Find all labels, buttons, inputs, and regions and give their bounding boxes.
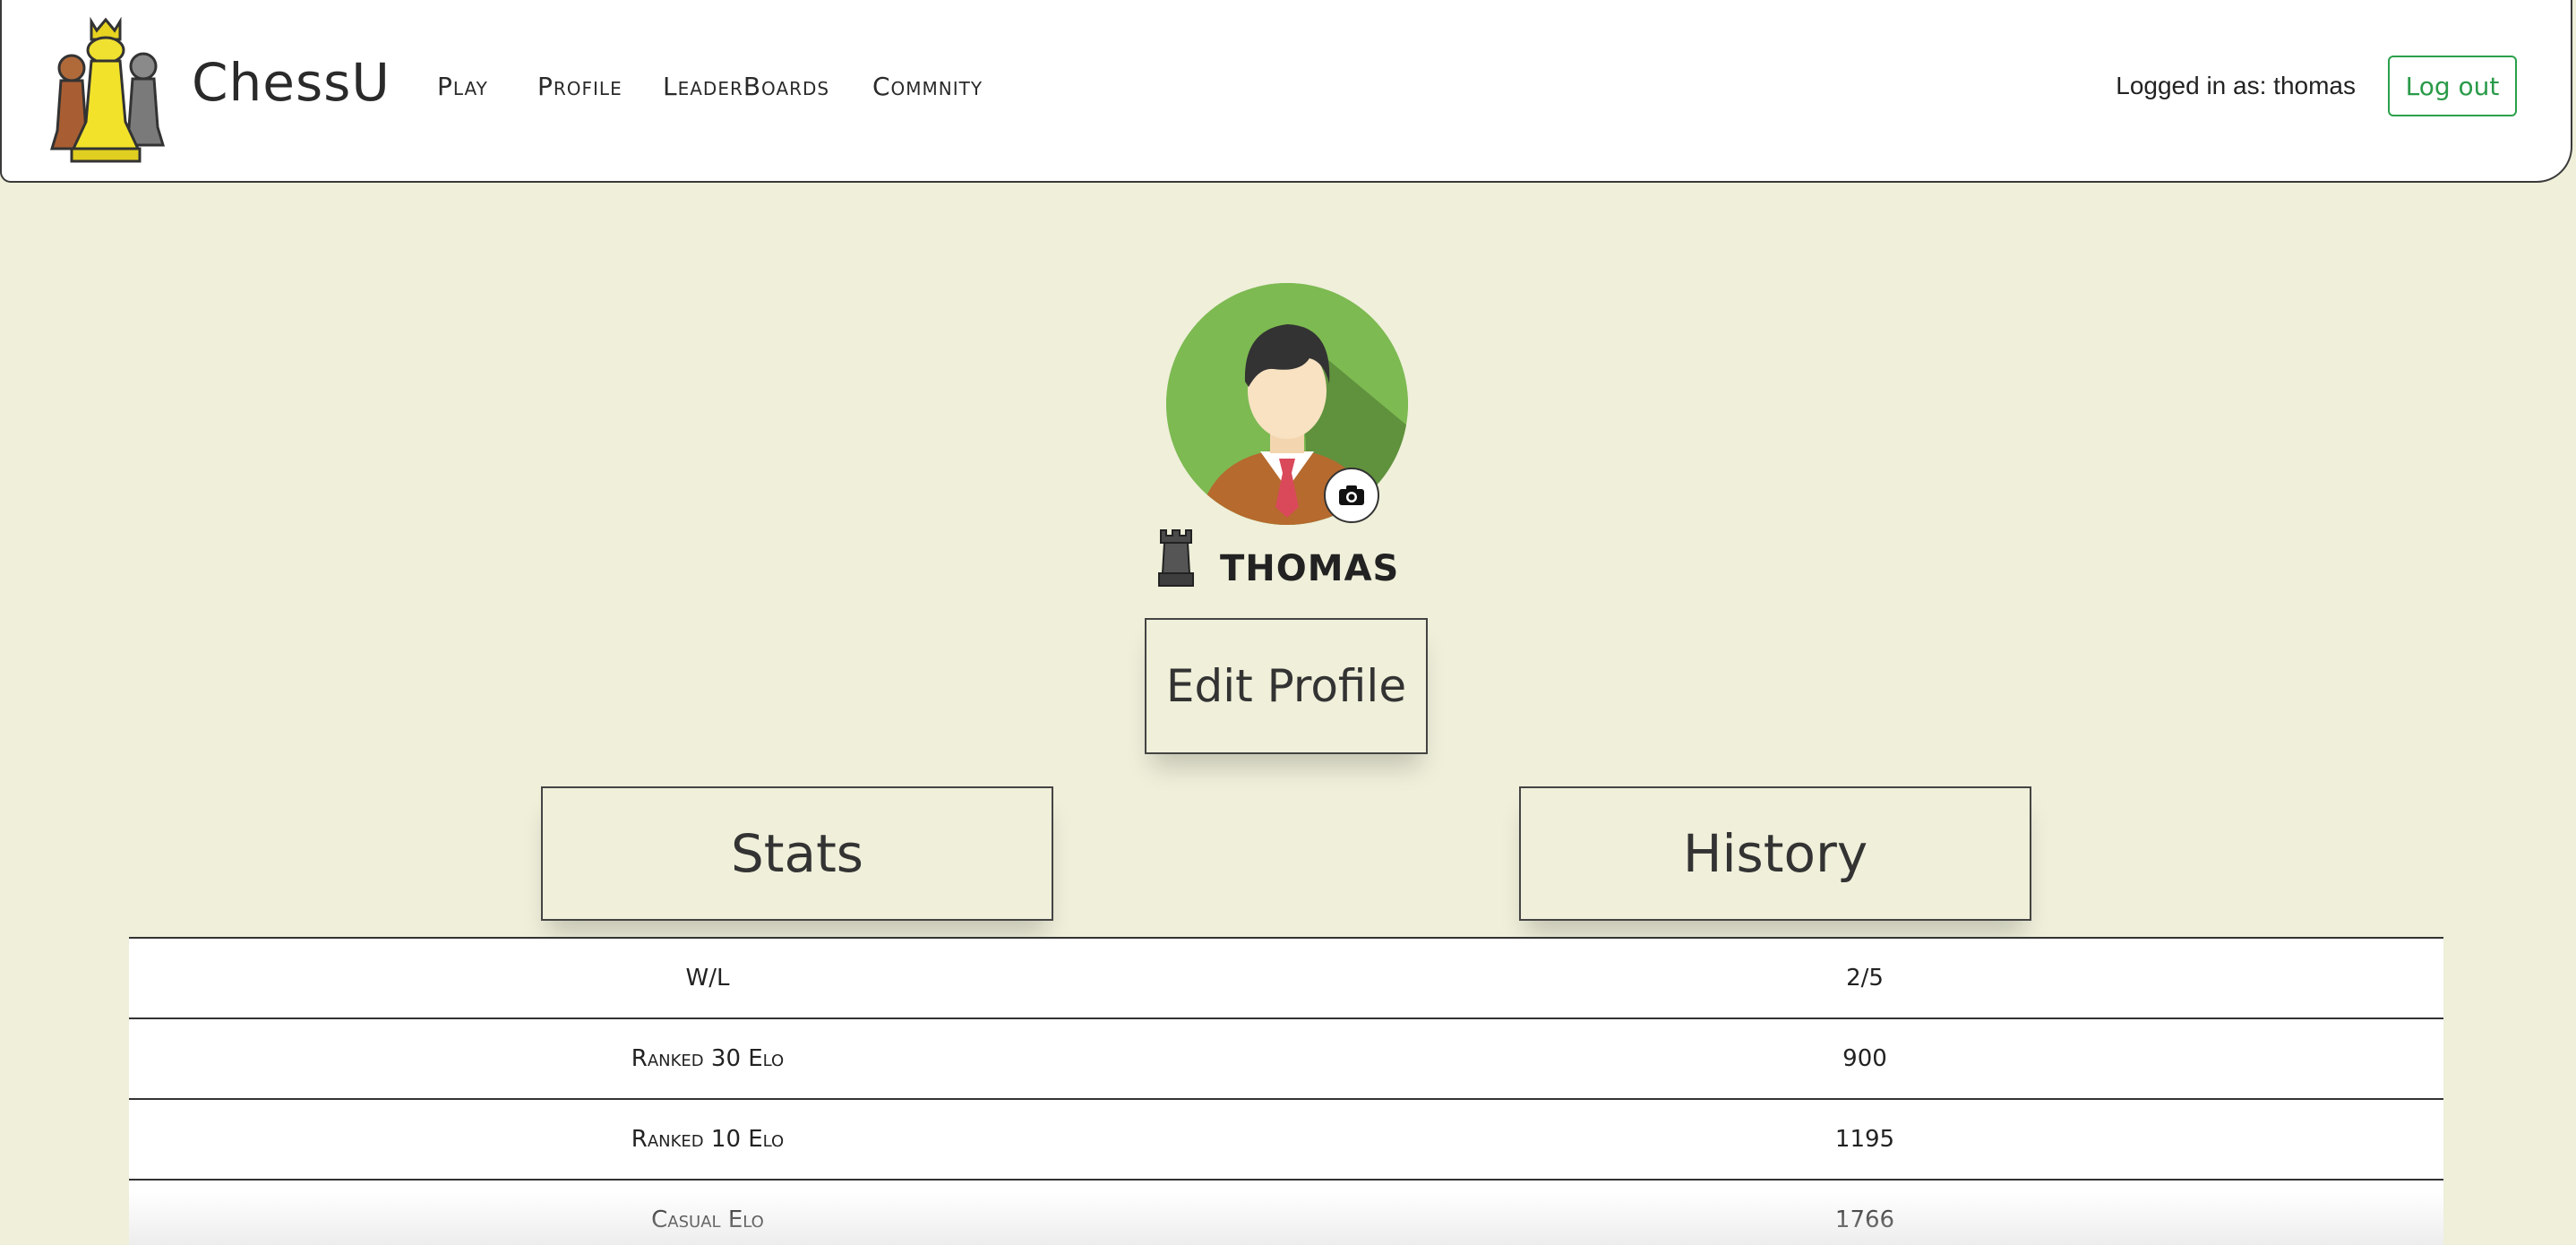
logged-in-status: Logged in as: thomas [2116, 72, 2356, 99]
rook-rank-icon [1155, 527, 1197, 589]
nav-community[interactable]: Commnity [872, 72, 983, 101]
table-row: W/L 2/5 [129, 937, 2443, 1018]
stat-label: Ranked 30 Elo [129, 1017, 1286, 1099]
chess-pieces-logo-icon[interactable] [45, 14, 167, 165]
page: ChessU Play Profile LeaderBoards Commnit… [0, 0, 2576, 1245]
stat-value: 900 [1286, 1017, 2443, 1099]
stats-table: W/L 2/5 Ranked 30 Elo 900 Ranked 10 Elo … [129, 937, 2443, 1245]
stat-label: Casual Elo [129, 1179, 1286, 1245]
table-row: Casual Elo 1766 [129, 1179, 2443, 1245]
table-row: Ranked 30 Elo 900 [129, 1017, 2443, 1099]
edit-profile-button[interactable]: Edit Profile [1145, 618, 1428, 754]
logout-button[interactable]: Log out [2388, 56, 2517, 116]
change-avatar-camera-icon[interactable] [1324, 468, 1379, 523]
nav-leaderboards[interactable]: LeaderBoards [663, 72, 829, 101]
table-row: Ranked 10 Elo 1195 [129, 1098, 2443, 1180]
stats-tab-button[interactable]: Stats [541, 786, 1053, 921]
profile-username: THOMAS [1220, 548, 1400, 589]
nav-play[interactable]: Play [437, 72, 488, 101]
navbar: ChessU Play Profile LeaderBoards Commnit… [0, 0, 2572, 183]
history-tab-button[interactable]: History [1519, 786, 2031, 921]
stat-label: W/L [129, 937, 1286, 1018]
stat-label: Ranked 10 Elo [129, 1098, 1286, 1180]
nav-profile[interactable]: Profile [537, 72, 623, 101]
stat-value: 2/5 [1286, 937, 2443, 1018]
stat-value: 1195 [1286, 1098, 2443, 1180]
stat-value: 1766 [1286, 1179, 2443, 1245]
brand-name[interactable]: ChessU [192, 52, 391, 113]
